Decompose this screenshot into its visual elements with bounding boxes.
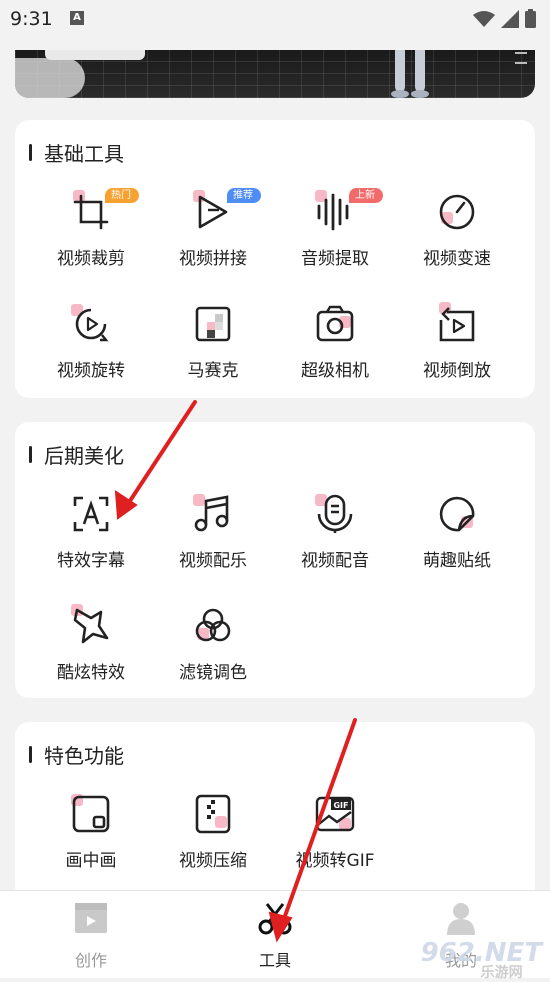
tool-label: 特效字幕	[57, 551, 125, 571]
microphone-icon	[317, 494, 353, 533]
status-bar: 9:31 A	[0, 0, 550, 40]
section-basic-tools: 基础工具 热门 视频裁剪 推荐 视频拼接 上新 音频提取 视频变速 视频旋转 马…	[15, 120, 535, 398]
tool-video-dubbing[interactable]: 视频配音	[274, 492, 396, 571]
section-title: 后期美化	[29, 440, 124, 469]
tool-label: 视频旋转	[57, 361, 125, 381]
promo-banner[interactable]	[15, 50, 535, 98]
tool-label: 画中画	[65, 851, 117, 871]
title-bar	[29, 746, 32, 763]
star-effect-icon	[73, 608, 109, 644]
tool-label: 视频转GIF	[295, 851, 375, 871]
tool-audio-extract[interactable]: 上新 音频提取	[274, 188, 396, 269]
section-title: 基础工具	[29, 138, 124, 167]
section-title-text: 后期美化	[44, 444, 124, 468]
status-icons	[473, 9, 536, 28]
filter-icon	[195, 608, 231, 642]
badge-new: 上新	[349, 188, 383, 203]
mosaic-icon	[195, 306, 231, 342]
tool-effect-subtitle[interactable]: 特效字幕	[30, 492, 152, 571]
badge-hot: 热门	[105, 188, 139, 203]
tool-video-speed[interactable]: 视频变速	[396, 190, 518, 269]
status-time: 9:31	[10, 8, 53, 30]
wifi-icon	[473, 10, 495, 27]
section-title: 特色功能	[29, 740, 124, 769]
profile-icon	[447, 903, 475, 935]
section-title-text: 基础工具	[44, 142, 124, 166]
gif-icon: GIF	[315, 796, 355, 832]
tool-cool-effect[interactable]: 酷炫特效	[30, 604, 152, 683]
tool-filter-color[interactable]: 滤镜调色	[152, 604, 274, 683]
tool-video-crop[interactable]: 热门 视频裁剪	[30, 188, 152, 269]
tool-super-camera[interactable]: 超级相机	[274, 302, 396, 381]
banner-shape	[15, 58, 85, 98]
section-featured: 特色功能 画中画 视频压缩 GIF 视频转GIF	[15, 722, 535, 900]
watermark: 962.NET 乐游网	[421, 938, 542, 982]
section-title-text: 特色功能	[44, 744, 124, 768]
section-post-beautify: 后期美化 特效字幕 视频配乐 视频配音 萌趣贴纸 酷炫特效 滤镜调色	[15, 422, 535, 698]
scissors-icon	[258, 903, 292, 935]
music-note-icon	[194, 495, 229, 532]
tool-label: 视频变速	[423, 249, 491, 269]
title-bar	[29, 144, 32, 161]
banner-tab	[45, 50, 145, 60]
subtitle-icon	[73, 496, 109, 532]
tool-video-compress[interactable]: 视频压缩	[152, 792, 274, 871]
tool-label: 视频拼接	[179, 249, 247, 269]
banner-menu-icon[interactable]	[515, 52, 527, 64]
reverse-play-icon	[439, 307, 475, 342]
notification-icon: A	[70, 11, 84, 25]
tool-picture-in-picture[interactable]: 画中画	[30, 792, 152, 871]
tool-label: 超级相机	[301, 361, 369, 381]
nav-tools[interactable]: 工具	[215, 901, 335, 971]
tool-label: 滤镜调色	[179, 663, 247, 683]
tool-video-join[interactable]: 推荐 视频拼接	[152, 188, 274, 269]
tool-video-music[interactable]: 视频配乐	[152, 492, 274, 571]
tool-label: 视频裁剪	[57, 249, 125, 269]
clapperboard-icon	[75, 903, 107, 933]
battery-icon	[525, 9, 536, 28]
sticker-icon	[439, 496, 475, 532]
tool-mosaic[interactable]: 马赛克	[152, 302, 274, 381]
nav-create[interactable]: 创作	[31, 901, 151, 971]
tool-video-rotate[interactable]: 视频旋转	[30, 302, 152, 381]
rotate-icon	[75, 308, 109, 342]
title-bar	[29, 446, 32, 463]
tool-video-to-gif[interactable]: GIF 视频转GIF	[274, 792, 396, 871]
tool-label: 视频配乐	[179, 551, 247, 571]
camera-icon	[316, 305, 354, 342]
tool-label: 酷炫特效	[57, 663, 125, 683]
tool-cute-sticker[interactable]: 萌趣贴纸	[396, 492, 518, 571]
robot-figure-icon	[391, 50, 429, 98]
nav-label: 创作	[74, 951, 107, 970]
tool-label: 视频倒放	[423, 361, 491, 381]
zip-icon	[195, 794, 231, 834]
speedometer-icon	[439, 194, 475, 230]
nav-label: 工具	[258, 951, 291, 970]
tool-video-reverse[interactable]: 视频倒放	[396, 302, 518, 381]
tool-label: 萌趣贴纸	[423, 551, 491, 571]
signal-icon	[501, 9, 519, 28]
picture-in-picture-icon	[72, 795, 110, 833]
badge-recommend: 推荐	[227, 188, 261, 203]
tool-label: 视频压缩	[179, 851, 247, 871]
tool-label: 音频提取	[301, 249, 369, 269]
tool-label: 视频配音	[301, 551, 369, 571]
tool-label: 马赛克	[187, 361, 239, 381]
svg-text:GIF: GIF	[333, 801, 348, 810]
